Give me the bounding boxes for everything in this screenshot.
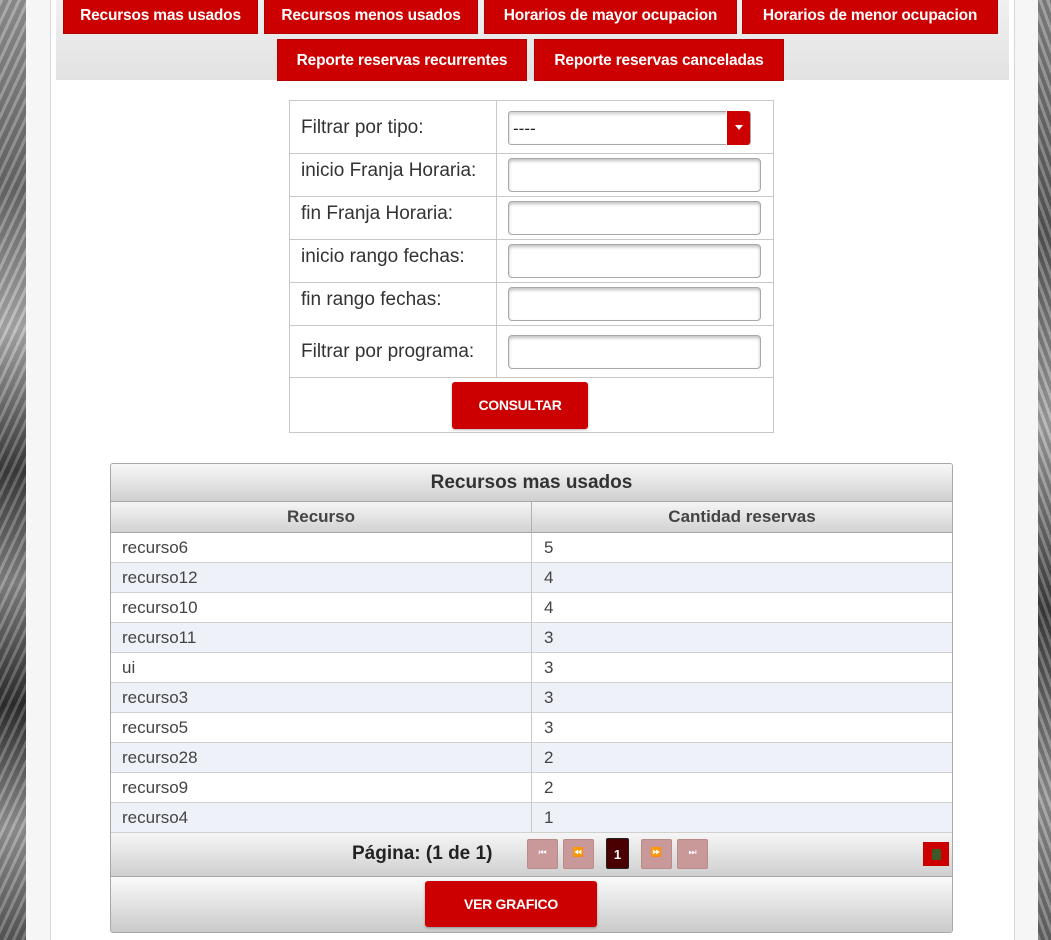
tab-reporte-reservas-canceladas[interactable]: Reporte reservas canceladas (534, 39, 784, 81)
cell-recurso: recurso3 (111, 683, 532, 712)
filter-fin-franja-label: fin Franja Horaria: (290, 197, 497, 239)
table-row[interactable]: ui 3 (111, 653, 952, 683)
results-footer: VER GRAFICO (111, 877, 952, 932)
table-row[interactable]: recurso4 1 (111, 803, 952, 833)
last-page-icon: ⏭ (688, 847, 697, 857)
column-header-cantidad[interactable]: Cantidad reservas (532, 502, 952, 533)
table-row[interactable]: recurso28 2 (111, 743, 952, 773)
excel-export-icon (932, 849, 941, 860)
cell-recurso: recurso10 (111, 593, 532, 622)
tab-horarios-mayor-ocupacion[interactable]: Horarios de mayor ocupacion (484, 0, 737, 34)
filter-programa-label: Filtrar por programa: (290, 326, 497, 377)
filter-row-inicio-franja: inicio Franja Horaria: (290, 154, 773, 197)
filter-row-tipo: Filtrar por tipo: ---- (290, 101, 773, 154)
prev-page-button[interactable]: ⏪ (563, 839, 594, 869)
inicio-rango-input[interactable] (508, 244, 761, 278)
tab-recursos-menos-usados[interactable]: Recursos menos usados (264, 0, 478, 34)
cell-cantidad: 3 (544, 628, 554, 647)
table-row[interactable]: recurso5 3 (111, 713, 952, 743)
fin-franja-input[interactable] (508, 201, 761, 235)
excel-export-button[interactable] (923, 842, 949, 866)
filter-fin-rango-label: fin rango fechas: (290, 283, 497, 325)
cell-cantidad: 3 (544, 658, 554, 677)
background-photo-right (1038, 0, 1051, 940)
table-row[interactable]: recurso10 4 (111, 593, 952, 623)
background-photo-left (0, 0, 26, 940)
table-row[interactable]: recurso3 3 (111, 683, 952, 713)
results-table: Recursos mas usados Recurso Cantidad res… (110, 463, 953, 933)
cell-recurso: recurso12 (111, 563, 532, 592)
paginator: Página: (1 de 1) ⏮ ⏪ 1 ⏩ ⏭ (111, 833, 952, 877)
page-report: Página: (1 de 1) (352, 843, 493, 864)
page-1-button[interactable]: 1 (606, 838, 629, 869)
first-page-button[interactable]: ⏮ (527, 839, 558, 869)
cell-recurso: recurso6 (111, 533, 532, 562)
cell-recurso: recurso4 (111, 803, 532, 832)
filter-row-fin-rango: fin rango fechas: (290, 283, 773, 326)
filter-row-inicio-rango: inicio rango fechas: (290, 240, 773, 283)
last-page-button[interactable]: ⏭ (677, 839, 708, 869)
filter-tipo-label: Filtrar por tipo: (290, 101, 497, 153)
cell-cantidad: 2 (544, 778, 554, 797)
fin-rango-input[interactable] (508, 287, 761, 321)
results-body: recurso6 5 recurso12 4 recurso10 4 recur… (111, 533, 952, 833)
cell-recurso: recurso11 (111, 623, 532, 652)
cell-cantidad: 5 (544, 538, 554, 557)
programa-input[interactable] (508, 335, 761, 369)
cell-recurso: recurso28 (111, 743, 532, 772)
page-container: Recursos mas usados Recursos menos usado… (26, 0, 1038, 940)
cell-cantidad: 2 (544, 748, 554, 767)
cell-cantidad: 1 (544, 808, 554, 827)
chevron-down-icon[interactable] (726, 111, 750, 145)
ver-grafico-button[interactable]: VER GRAFICO (425, 881, 597, 927)
consultar-button[interactable]: CONSULTAR (452, 382, 588, 429)
filter-row-fin-franja: fin Franja Horaria: (290, 197, 773, 240)
tab-recursos-mas-usados[interactable]: Recursos mas usados (63, 0, 258, 34)
prev-page-icon: ⏪ (572, 847, 585, 857)
tipo-select[interactable]: ---- (508, 111, 751, 145)
cell-recurso: ui (111, 653, 532, 682)
first-page-icon: ⏮ (538, 847, 547, 857)
tab-reporte-reservas-recurrentes[interactable]: Reporte reservas recurrentes (277, 39, 527, 81)
column-header-recurso[interactable]: Recurso (111, 502, 532, 533)
inicio-franja-input[interactable] (508, 158, 761, 192)
report-tabs-bar: Recursos mas usados Recursos menos usado… (56, 0, 1009, 81)
table-row[interactable]: recurso12 4 (111, 563, 952, 593)
filter-inicio-rango-label: inicio rango fechas: (290, 240, 497, 282)
tipo-select-value: ---- (513, 119, 536, 138)
cell-recurso: recurso9 (111, 773, 532, 802)
next-page-icon: ⏩ (650, 847, 663, 857)
results-title: Recursos mas usados (111, 464, 952, 502)
next-page-button[interactable]: ⏩ (641, 839, 672, 869)
cell-cantidad: 4 (544, 598, 554, 617)
cell-cantidad: 3 (544, 718, 554, 737)
filter-inicio-franja-label: inicio Franja Horaria: (290, 154, 497, 196)
filter-row-programa: Filtrar por programa: (290, 326, 773, 378)
tab-horarios-menor-ocupacion[interactable]: Horarios de menor ocupacion (742, 0, 998, 34)
content-panel: Recursos mas usados Recursos menos usado… (50, 0, 1015, 940)
table-row[interactable]: recurso6 5 (111, 533, 952, 563)
table-row[interactable]: recurso9 2 (111, 773, 952, 803)
cell-recurso: recurso5 (111, 713, 532, 742)
filter-form: Filtrar por tipo: ---- inicio Franja Hor… (289, 100, 774, 433)
table-row[interactable]: recurso11 3 (111, 623, 952, 653)
cell-cantidad: 4 (544, 568, 554, 587)
cell-cantidad: 3 (544, 688, 554, 707)
